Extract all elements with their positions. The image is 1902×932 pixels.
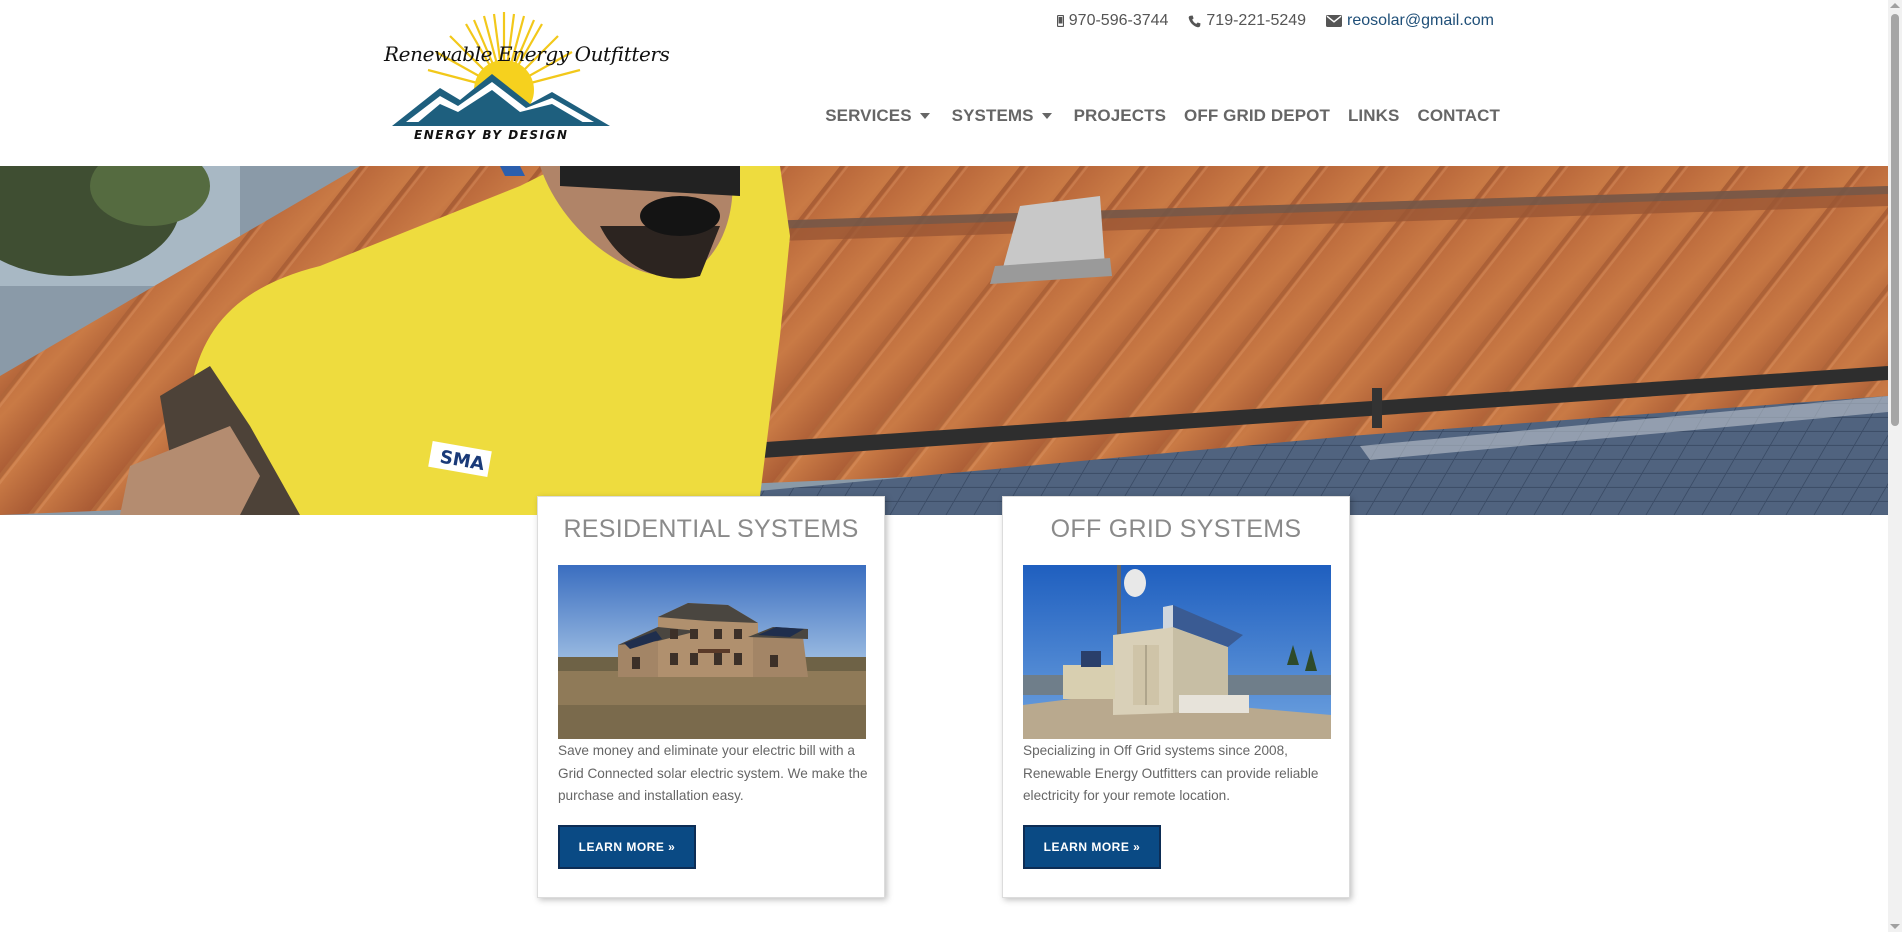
phone-contact-2[interactable]: 719-221-5249 <box>1188 12 1306 30</box>
nav-label-off-grid-depot: OFF GRID DEPOT <box>1184 106 1330 125</box>
learn-more-button[interactable]: LEARN MORE » <box>558 825 696 869</box>
envelope-icon <box>1326 15 1343 27</box>
card-description: Specializing in Off Grid systems since 2… <box>1023 743 1319 803</box>
logo-tagline: ENERGY BY DESIGN <box>414 128 569 142</box>
off-grid-systems-card: OFF GRID SYSTEMS Specializing in Off Gri… <box>1002 496 1350 898</box>
caret-down-icon <box>919 113 930 119</box>
nav-label-services: SERVICES <box>825 106 912 125</box>
email-link[interactable]: reosolar@gmail.com <box>1347 12 1494 30</box>
nav-item-projects[interactable]: PROJECTS <box>1074 106 1166 126</box>
scrollbar-thumb[interactable] <box>1891 14 1899 426</box>
card-description: Save money and eliminate your electric b… <box>558 743 868 803</box>
vertical-scrollbar[interactable] <box>1888 0 1902 932</box>
card-title: RESIDENTIAL SYSTEMS <box>563 515 859 543</box>
logo[interactable]: Renewable Energy Outfitters ENERGY BY DE… <box>380 8 670 148</box>
hero-banner: SMA <box>0 166 1888 515</box>
nav-label-contact: CONTACT <box>1417 106 1500 125</box>
phone-number-2: 719-221-5249 <box>1206 12 1307 29</box>
caret-down-icon <box>1041 113 1052 119</box>
card-title: OFF GRID SYSTEMS <box>1050 515 1302 543</box>
nav-item-contact[interactable]: CONTACT <box>1417 106 1500 126</box>
mobile-phone-icon <box>1056 15 1064 27</box>
residential-systems-card: RESIDENTIAL SYSTEMS Save money and elimi… <box>537 496 885 898</box>
nav-label-links: LINKS <box>1347 106 1400 125</box>
scroll-up-arrow-icon[interactable] <box>1890 3 1900 8</box>
phone-contact-1[interactable]: 970-596-3744 <box>1056 12 1169 30</box>
residential-house-photo <box>558 565 866 739</box>
scroll-down-arrow-icon[interactable] <box>1890 924 1900 929</box>
learn-more-button[interactable]: LEARN MORE » <box>1023 825 1161 869</box>
main-nav: SERVICES SYSTEMS PROJECTS OFF GRID DEPOT… <box>825 106 1500 126</box>
phone-icon <box>1188 15 1201 28</box>
nav-item-services[interactable]: SERVICES <box>825 106 930 126</box>
contact-bar: 970-596-3744 719-221-5249 reosolar@gmail… <box>1056 12 1494 30</box>
nav-label-systems: SYSTEMS <box>951 106 1034 125</box>
nav-item-links[interactable]: LINKS <box>1348 106 1400 126</box>
off-grid-shed-photo <box>1023 565 1331 739</box>
email-contact[interactable]: reosolar@gmail.com <box>1326 12 1494 30</box>
logo-text: Renewable Energy Outfitters <box>384 42 670 66</box>
nav-item-systems[interactable]: SYSTEMS <box>952 106 1052 126</box>
rooftop-solar-installer-photo: SMA <box>0 166 1888 515</box>
phone-number-1: 970-596-3744 <box>1068 12 1169 29</box>
nav-label-projects: PROJECTS <box>1073 106 1167 125</box>
site-header: Renewable Energy Outfitters ENERGY BY DE… <box>0 0 1888 166</box>
nav-item-off-grid-depot[interactable]: OFF GRID DEPOT <box>1184 106 1330 126</box>
